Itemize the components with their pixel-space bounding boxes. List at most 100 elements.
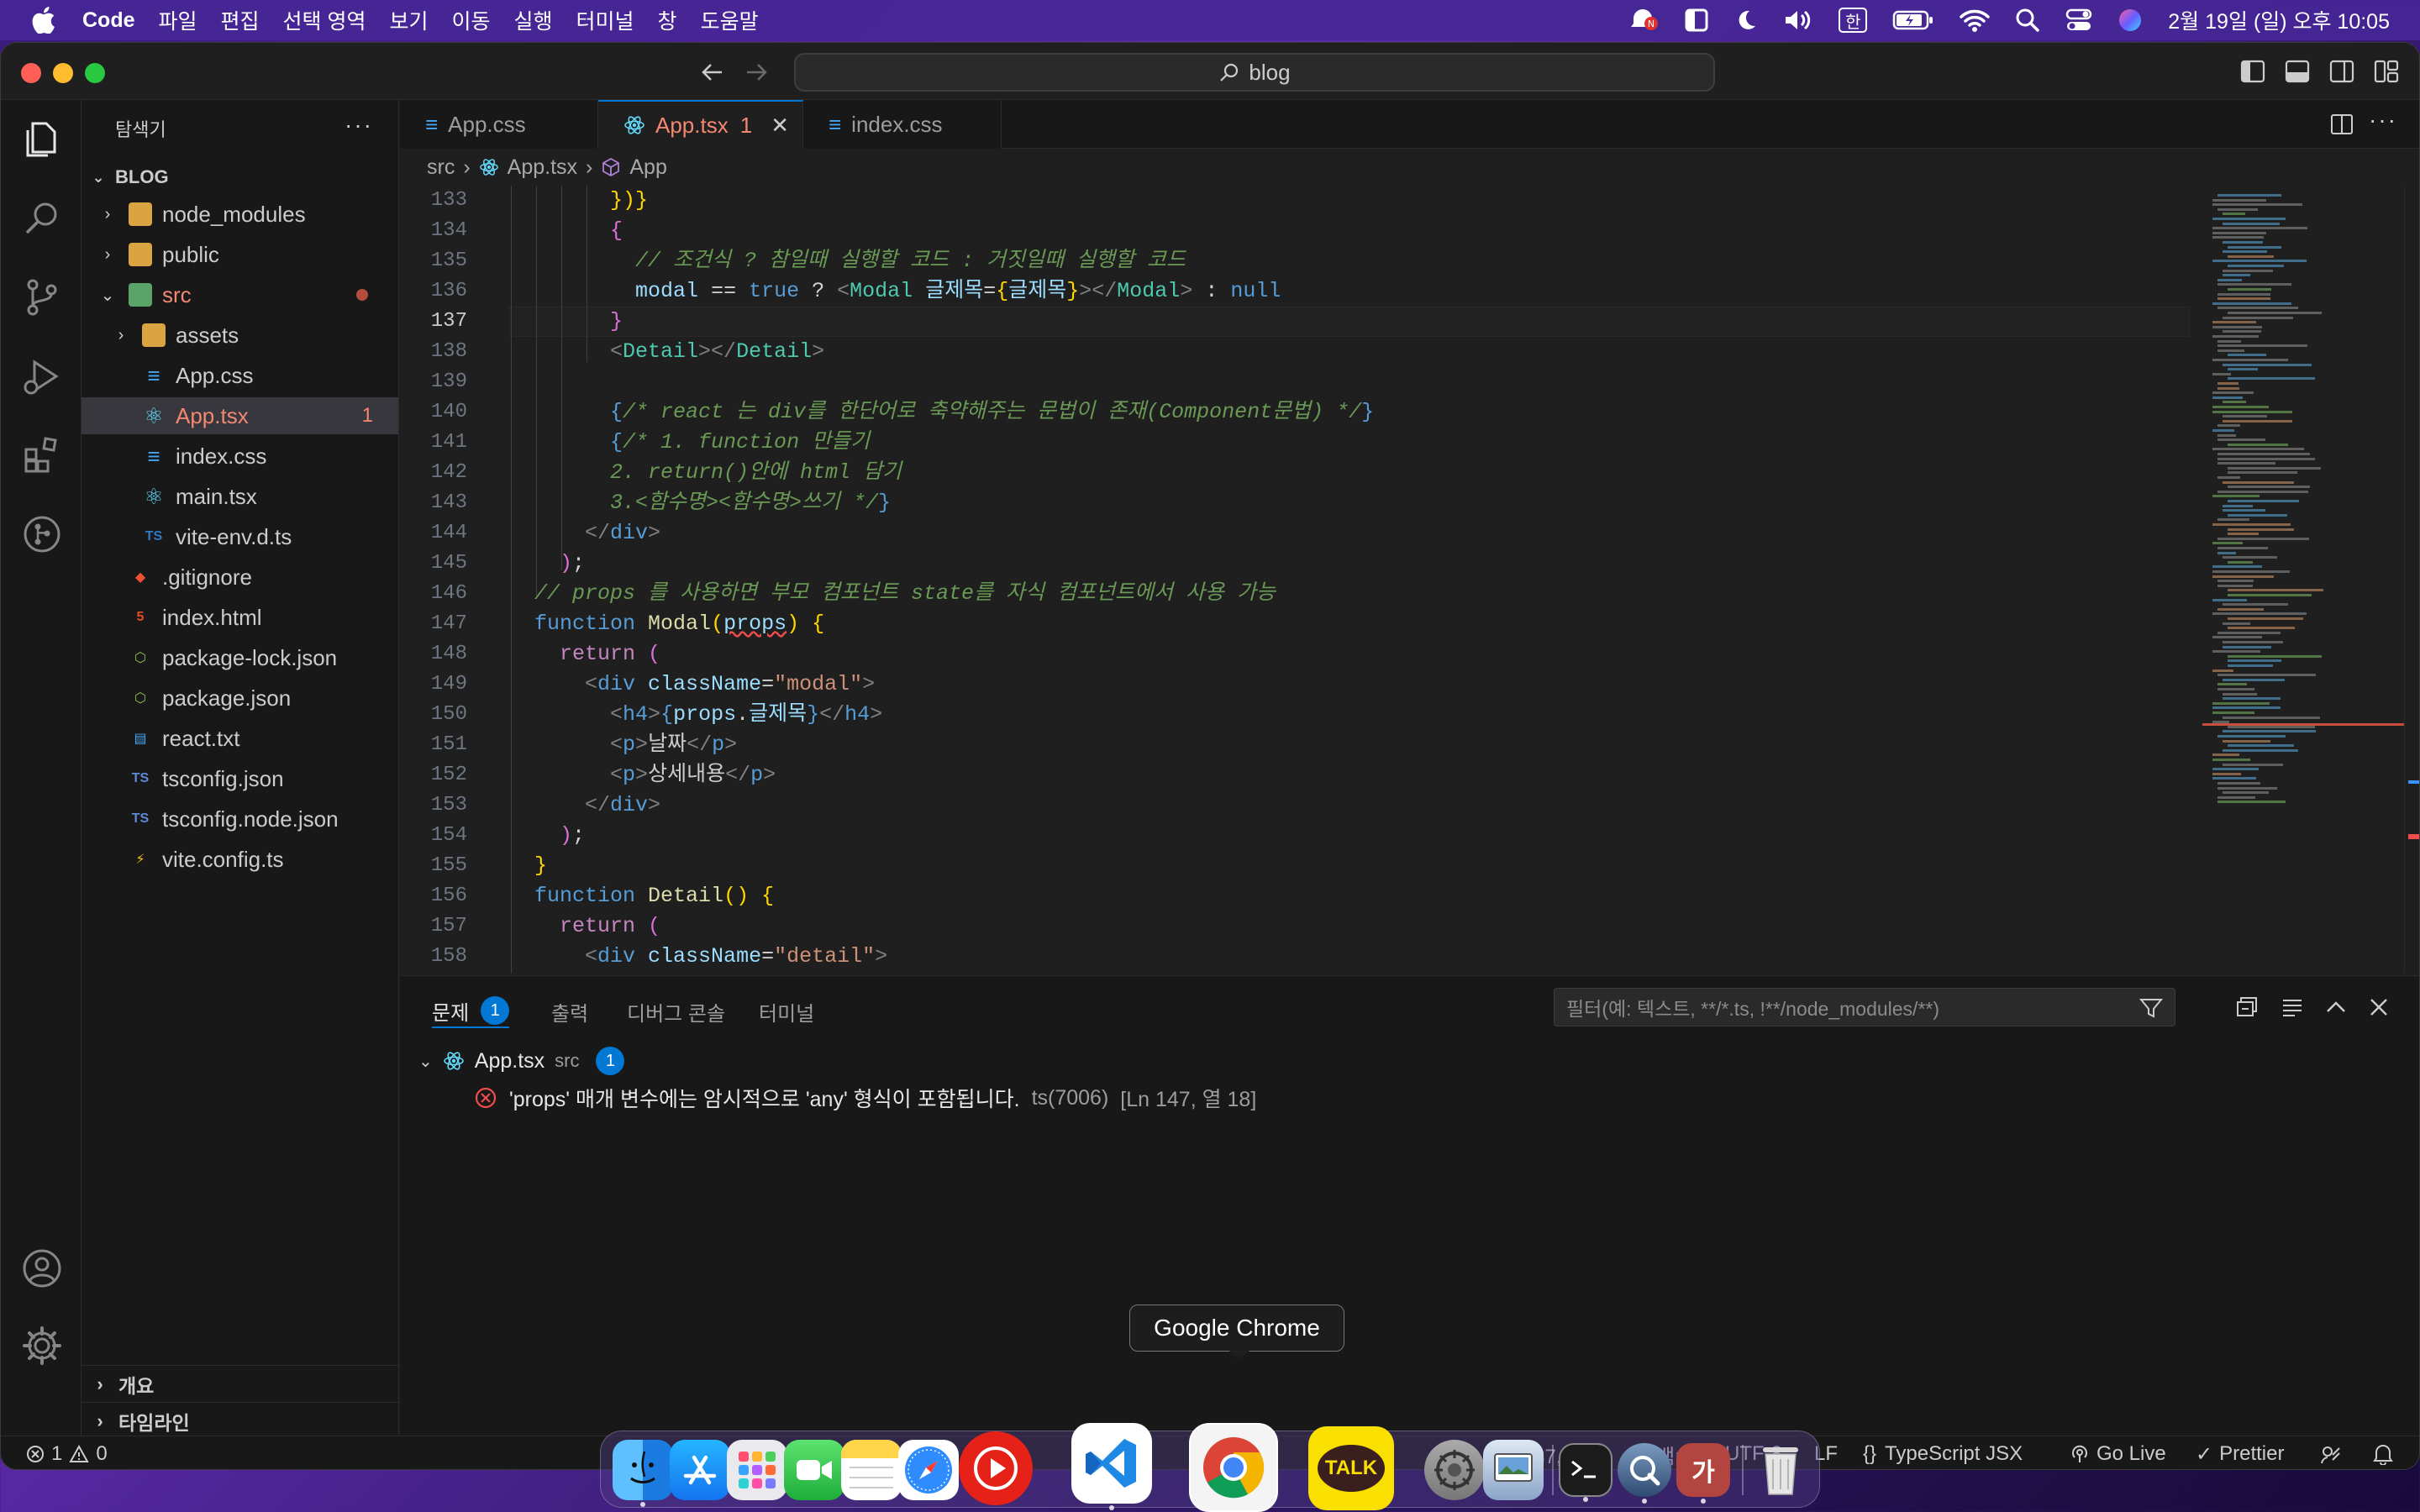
finder-app-icon[interactable] (613, 1440, 673, 1507)
volume-icon[interactable] (1783, 8, 1813, 33)
input-source-indicator[interactable]: 한 (1839, 8, 1868, 33)
safari-app-icon[interactable] (898, 1440, 959, 1500)
maximize-window-button[interactable] (85, 63, 105, 83)
menu-help[interactable]: 도움말 (701, 5, 759, 35)
tree-item-app-tsx[interactable]: ⚛ App.tsx 1 (82, 397, 398, 434)
breadcrumb-file[interactable]: App.tsx (508, 155, 577, 180)
tree-item-gitignore[interactable]: ◆ .gitignore (82, 559, 398, 596)
more-actions-icon[interactable]: ··· (345, 112, 373, 139)
collapse-all-icon[interactable] (2236, 996, 2260, 1018)
code-editor[interactable]: 133 })} 134 {135 // 조건식 ? 참일때 실행할 코드 : 거짓… (400, 186, 2419, 974)
trash-app-icon[interactable] (1750, 1440, 1811, 1500)
workspace-section-header[interactable]: ⌄ BLOG (82, 160, 398, 194)
problem-item[interactable]: 'props' 매개 변수에는 암시적으로 'any' 형식이 포함됩니다. t… (400, 1080, 2419, 1116)
feedback-icon[interactable] (2320, 1445, 2342, 1465)
settings-gear-icon[interactable] (21, 1325, 63, 1367)
toggle-primary-sidebar-icon[interactable] (2240, 60, 2265, 83)
kakaotalk-app-icon[interactable]: TALK (1308, 1426, 1394, 1510)
vscode-app-icon[interactable] (1071, 1423, 1152, 1510)
spotlight-search-icon[interactable] (2015, 8, 2040, 33)
filter-icon[interactable] (2139, 997, 2163, 1019)
facetime-app-icon[interactable] (784, 1440, 844, 1500)
control-center-icon[interactable] (2065, 8, 2092, 33)
minimize-window-button[interactable] (53, 63, 73, 83)
tab-output[interactable]: 출력 (551, 995, 588, 1028)
sidebar-toggle-icon[interactable] (1684, 8, 1709, 33)
editor-scrollbar[interactable] (2404, 186, 2419, 974)
editor-more-actions-icon[interactable]: ··· (2369, 107, 2397, 134)
language-mode[interactable]: {} TypeScript JSX (1863, 1436, 2023, 1469)
moon-icon[interactable] (1734, 8, 1758, 32)
menu-file[interactable]: 파일 (159, 5, 197, 35)
siri-icon[interactable] (2118, 8, 2143, 33)
breadcrumb-src[interactable]: src (427, 155, 455, 180)
view-as-list-icon[interactable] (2281, 996, 2304, 1018)
tree-item-index-html[interactable]: 5 index.html (82, 599, 398, 636)
breadcrumb-symbol[interactable]: App (629, 155, 666, 180)
tab-debug-console[interactable]: 디버그 콘솔 (627, 995, 725, 1028)
menu-view[interactable]: 보기 (389, 5, 428, 35)
tree-item-public[interactable]: › public (82, 236, 398, 273)
tab-index-css[interactable]: ≡ index.css (803, 100, 1002, 149)
preview-app-icon[interactable] (1483, 1440, 1544, 1500)
menu-window[interactable]: 창 (658, 5, 677, 35)
tab-problems[interactable]: 문제 1 (432, 995, 510, 1028)
notification-app-icon[interactable]: N (1628, 7, 1659, 34)
app-store-app-icon[interactable] (670, 1440, 730, 1500)
outline-section-header[interactable]: › 개요 (82, 1365, 398, 1402)
close-panel-icon[interactable] (2368, 996, 2390, 1018)
terminal-app-icon[interactable] (1559, 1443, 1612, 1502)
tree-item-node-modules[interactable]: › node_modules (82, 196, 398, 233)
search-sidebar-icon[interactable] (21, 197, 63, 239)
app-name[interactable]: Code (82, 8, 135, 33)
problems-filter-input[interactable]: 필터(예: 텍스트, **/*.ts, !**/node_modules/**) (1554, 988, 2175, 1026)
wifi-icon[interactable] (1960, 8, 1991, 32)
forward-arrow-icon[interactable] (744, 61, 769, 83)
notes-app-icon[interactable] (841, 1440, 902, 1500)
customize-layout-icon[interactable] (2374, 60, 2399, 83)
tree-item-tsconfig-node-json[interactable]: TS tsconfig.node.json (82, 801, 398, 837)
back-arrow-icon[interactable] (700, 61, 725, 83)
launchpad-app-icon[interactable] (727, 1440, 787, 1500)
tree-item-package-lock-json[interactable]: ⬡ package-lock.json (82, 639, 398, 676)
menu-go[interactable]: 이동 (452, 5, 491, 35)
go-live-button[interactable]: Go Live (2070, 1436, 2166, 1469)
tree-item-tsconfig-json[interactable]: TS tsconfig.json (82, 760, 398, 797)
problems-status[interactable]: 1 0 (26, 1436, 108, 1469)
youtube-app-icon[interactable] (959, 1431, 1033, 1505)
minimap[interactable] (2202, 186, 2419, 974)
run-debug-icon[interactable] (21, 355, 63, 397)
explorer-icon[interactable] (21, 118, 63, 160)
menu-selection[interactable]: 선택 영역 (283, 5, 366, 35)
dictionary-app-icon[interactable]: 가 (1676, 1443, 1730, 1504)
quicktime-app-icon[interactable] (1618, 1443, 1671, 1504)
close-tab-icon[interactable]: ✕ (771, 113, 789, 139)
chrome-app-icon[interactable] (1189, 1423, 1278, 1512)
tab-app-tsx[interactable]: App.tsx 1 ✕ (598, 100, 803, 149)
git-graph-icon[interactable] (21, 513, 63, 555)
split-editor-icon[interactable] (2330, 113, 2354, 135)
menu-run[interactable]: 실행 (514, 5, 553, 35)
tree-item-src[interactable]: ⌄ src (82, 276, 398, 313)
tree-item-assets[interactable]: › assets (82, 317, 398, 354)
tab-app-css[interactable]: ≡ App.css (400, 100, 598, 149)
close-window-button[interactable] (21, 63, 41, 83)
tree-item-app-css[interactable]: ≡ App.css (82, 357, 398, 394)
toggle-panel-icon[interactable] (2285, 60, 2310, 83)
account-icon[interactable] (21, 1247, 63, 1289)
tree-item-vite-config-ts[interactable]: ⚡ vite.config.ts (82, 841, 398, 878)
maximize-panel-icon[interactable] (2324, 996, 2348, 1018)
battery-icon[interactable] (1892, 9, 1934, 31)
system-settings-app-icon[interactable] (1424, 1440, 1485, 1500)
command-center-search[interactable]: blog (794, 53, 1715, 92)
tab-terminal[interactable]: 터미널 (759, 995, 814, 1028)
tree-item-vite-env-d-ts[interactable]: TS vite-env.d.ts (82, 518, 398, 555)
tree-item-index-css[interactable]: ≡ index.css (82, 438, 398, 475)
tree-item-package-json[interactable]: ⬡ package.json (82, 680, 398, 717)
menu-terminal[interactable]: 터미널 (576, 5, 634, 35)
source-control-icon[interactable] (21, 276, 63, 318)
prettier-status[interactable]: ✓ Prettier (2196, 1436, 2284, 1469)
timeline-section-header[interactable]: › 타임라인 (82, 1402, 398, 1439)
tree-item-react-txt[interactable]: ▤ react.txt (82, 720, 398, 757)
tree-item-main-tsx[interactable]: ⚛ main.tsx (82, 478, 398, 515)
